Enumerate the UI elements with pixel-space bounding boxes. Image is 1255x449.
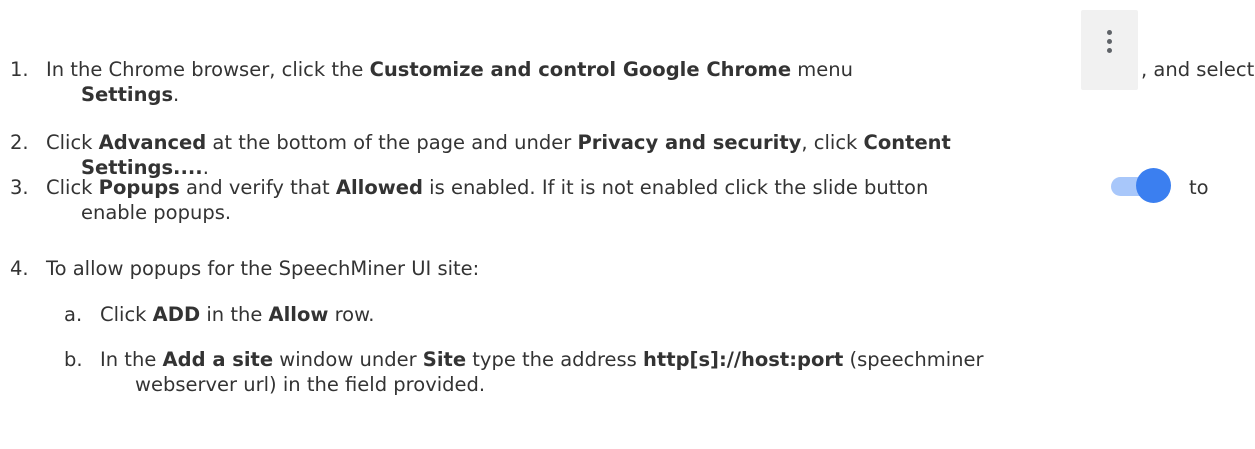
toggle-switch-on-icon [1111, 168, 1171, 204]
substep-letter: b. [64, 348, 83, 371]
step-number: 4. [10, 257, 29, 280]
customize-menu-screenshot [1081, 10, 1138, 90]
step-text: Click Popups and verify that Allowed is … [46, 176, 929, 199]
step-text: Click Advanced at the bottom of the page… [46, 131, 951, 154]
substep-text: Click ADD in the Allow row. [100, 303, 375, 326]
step-text-continued: Settings. [81, 83, 180, 106]
step-number: 1. [10, 58, 29, 81]
vertical-three-dots-icon [1107, 30, 1112, 53]
step-text-continued: enable popups. [81, 201, 232, 224]
step-text-end: , and select [1141, 58, 1255, 81]
substep-text-continued: webserver url) in the field provided. [135, 373, 486, 396]
step-text: To allow popups for the SpeechMiner UI s… [46, 257, 480, 280]
step-text-end: to [1189, 176, 1209, 199]
step-text: In the Chrome browser, click the Customi… [46, 58, 854, 81]
step-number: 3. [10, 176, 29, 199]
substep-text: In the Add a site window under Site type… [100, 348, 984, 371]
step-number: 2. [10, 131, 29, 154]
substep-letter: a. [64, 303, 83, 326]
toggle-knob [1136, 168, 1171, 203]
